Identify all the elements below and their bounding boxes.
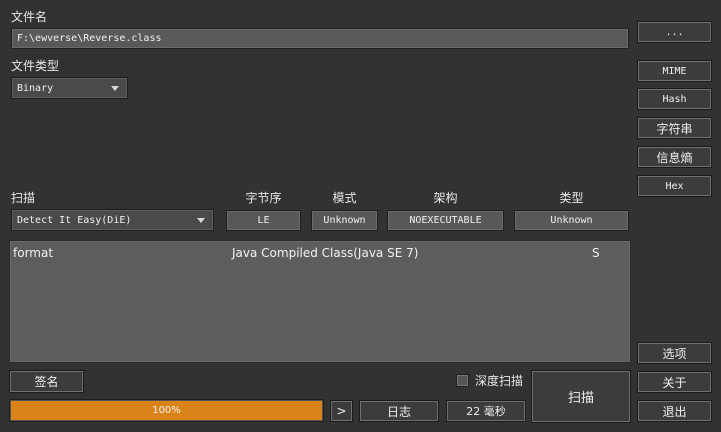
scan-engine-value: Detect It Easy(DiE) <box>17 214 132 226</box>
type-label: 类型 <box>559 191 584 205</box>
options-button[interactable]: 选项 <box>637 342 712 364</box>
signatures-button[interactable]: 签名 <box>9 370 84 393</box>
exit-button[interactable]: 退出 <box>637 400 712 422</box>
progress-bar: 100% <box>9 399 324 422</box>
arch-label: 架构 <box>433 191 458 205</box>
file-name-label: 文件名 <box>11 10 48 24</box>
mode-label: 模式 <box>332 191 357 205</box>
chevron-down-icon <box>197 218 205 223</box>
result-kind: format <box>13 246 54 260</box>
deep-scan-label: 深度扫描 <box>475 374 524 388</box>
next-button[interactable]: > <box>330 400 353 422</box>
hash-button[interactable]: Hash <box>637 88 712 110</box>
endianness-label: 字节序 <box>245 191 282 205</box>
scan-engine-select[interactable]: Detect It Easy(DiE) <box>11 209 214 231</box>
strings-button[interactable]: 字符串 <box>637 117 712 139</box>
results-list[interactable]: format Java Compiled Class(Java SE 7) S <box>9 240 631 363</box>
hex-button[interactable]: Hex <box>637 175 712 197</box>
mode-field: Unknown <box>311 210 378 231</box>
file-path-field[interactable]: F:\ewverse\Reverse.class <box>11 28 629 49</box>
file-type-label: 文件类型 <box>11 59 60 73</box>
elapsed-time: 22 毫秒 <box>446 400 526 422</box>
progress-text: 100% <box>152 405 181 416</box>
chevron-down-icon <box>111 86 119 91</box>
mime-button[interactable]: MIME <box>637 60 712 82</box>
file-type-value: Binary <box>17 82 54 94</box>
file-type-select[interactable]: Binary <box>11 77 128 99</box>
log-button[interactable]: 日志 <box>359 400 439 422</box>
result-flag: S <box>592 246 600 260</box>
scan-label: 扫描 <box>11 191 36 205</box>
list-item[interactable]: format Java Compiled Class(Java SE 7) S <box>10 245 630 263</box>
scan-button[interactable]: 扫描 <box>531 370 631 423</box>
endianness-field: LE <box>226 210 301 231</box>
entropy-button[interactable]: 信息熵 <box>637 146 712 168</box>
about-button[interactable]: 关于 <box>637 371 712 393</box>
browse-button[interactable]: ... <box>637 21 712 43</box>
type-field: Unknown <box>514 210 629 231</box>
arch-field: NOEXECUTABLE <box>387 210 504 231</box>
result-name: Java Compiled Class(Java SE 7) <box>232 246 419 260</box>
deep-scan-checkbox[interactable] <box>456 374 469 387</box>
